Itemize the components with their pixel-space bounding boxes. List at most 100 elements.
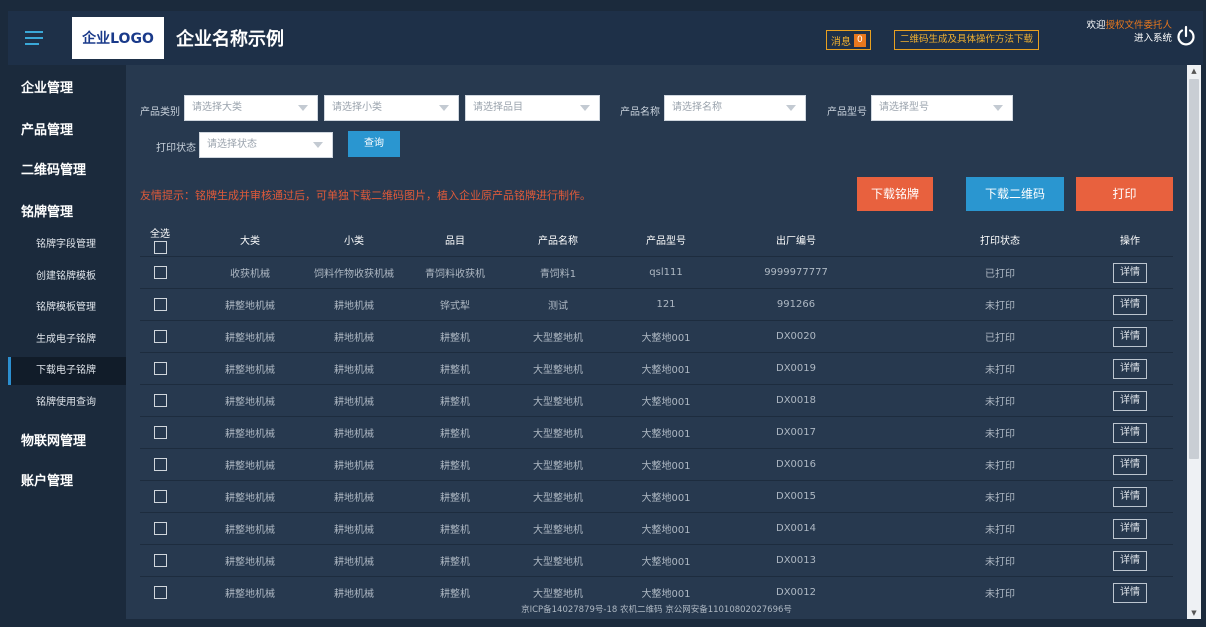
column-header: 操作: [1120, 236, 1140, 247]
sidebar-item-template-management[interactable]: 铭牌模板管理: [8, 294, 126, 322]
power-icon[interactable]: [1176, 25, 1196, 47]
sidebar-item-generate-nameplate[interactable]: 生成电子铭牌: [8, 326, 126, 354]
row-checkbox[interactable]: [153, 266, 167, 279]
item-placeholder: 请选择品目: [473, 102, 523, 113]
product-name-cell: 大型整地机: [533, 365, 583, 376]
print-status-placeholder: 请选择状态: [207, 139, 257, 150]
product-model-cell: qsl111: [649, 267, 683, 278]
product-model-placeholder: 请选择型号: [879, 102, 929, 113]
serial-number-cell: DX0016: [776, 459, 816, 470]
guide-download-button[interactable]: 二维码生成及具体操作方法下载: [894, 30, 1040, 50]
sidebar-group-enterprise[interactable]: 企业管理: [21, 77, 73, 96]
chevron-down-icon: [580, 105, 590, 111]
major-category-cell: 耕整地机械: [225, 525, 275, 536]
serial-number-cell: DX0020: [776, 331, 816, 342]
detail-button[interactable]: 详情: [1113, 582, 1147, 603]
messages-button[interactable]: 消息 0: [826, 30, 871, 50]
sidebar: 企业管理 产品管理 二维码管理 铭牌管理 铭牌字段管理 创建铭牌模板 铭牌模板管…: [8, 65, 126, 619]
download-nameplate-button[interactable]: 下载铭牌: [857, 177, 933, 211]
sidebar-item-create-template[interactable]: 创建铭牌模板: [8, 263, 126, 291]
print-status-select[interactable]: 请选择状态: [199, 132, 333, 158]
vertical-scrollbar[interactable]: ▲ ▼: [1187, 65, 1201, 619]
print-status-cell: 未打印: [985, 461, 1015, 472]
messages-label: 消息: [831, 36, 851, 48]
operation-cell: 详情: [1080, 321, 1180, 352]
enter-system-link[interactable]: 进入系统: [1070, 32, 1172, 45]
sidebar-group-account[interactable]: 账户管理: [21, 470, 73, 489]
sidebar-group-product[interactable]: 产品管理: [21, 119, 73, 138]
table-row: 耕整地机械 耕地机械 铧式犁 测试 121 991266 未打印 详情: [140, 288, 1173, 320]
menu-toggle-button[interactable]: [8, 11, 60, 65]
company-logo: 企业LOGO: [72, 17, 164, 59]
sidebar-group-iot[interactable]: 物联网管理: [21, 430, 86, 449]
table-row: 耕整地机械 耕地机械 耕整机 大型整地机 大整地001 DX0017 未打印 详情: [140, 416, 1173, 448]
row-checkbox[interactable]: [153, 362, 167, 375]
row-checkbox-cell: [148, 289, 172, 320]
table-row: 耕整地机械 耕地机械 耕整机 大型整地机 大整地001 DX0016 未打印 详情: [140, 448, 1173, 480]
minor-category-cell: 耕地机械: [334, 333, 374, 344]
detail-button[interactable]: 详情: [1113, 454, 1147, 475]
column-header: 产品型号: [646, 236, 686, 247]
product-model-cell: 121: [656, 299, 676, 310]
print-status-cell: 未打印: [985, 397, 1015, 408]
scroll-up-arrow-icon[interactable]: ▲: [1187, 65, 1201, 77]
detail-button[interactable]: 详情: [1113, 550, 1147, 571]
chevron-down-icon: [786, 105, 796, 111]
major-category-cell: 耕整地机械: [225, 333, 275, 344]
minor-category-cell: 耕地机械: [334, 493, 374, 504]
operation-cell: 详情: [1080, 545, 1180, 576]
row-checkbox[interactable]: [153, 298, 167, 311]
row-checkbox[interactable]: [153, 426, 167, 439]
detail-button[interactable]: 详情: [1113, 358, 1147, 379]
table-row: 耕整地机械 耕地机械 耕整机 大型整地机 大整地001 DX0013 未打印 详情: [140, 544, 1173, 576]
sidebar-group-nameplate[interactable]: 铭牌管理: [21, 201, 73, 220]
row-checkbox[interactable]: [153, 330, 167, 343]
minor-category-select[interactable]: 请选择小类: [324, 95, 459, 121]
detail-button[interactable]: 详情: [1113, 518, 1147, 539]
row-checkbox[interactable]: [153, 490, 167, 503]
sidebar-item-field-management[interactable]: 铭牌字段管理: [8, 231, 126, 259]
row-checkbox[interactable]: [153, 522, 167, 535]
download-qrcode-button[interactable]: 下载二维码: [966, 177, 1064, 211]
product-model-select[interactable]: 请选择型号: [871, 95, 1013, 121]
major-category-select[interactable]: 请选择大类: [184, 95, 318, 121]
item-cell: 铧式犁: [440, 301, 470, 312]
product-name-cell: 大型整地机: [533, 397, 583, 408]
query-button[interactable]: 查询: [348, 131, 400, 157]
print-status-cell: 未打印: [985, 365, 1015, 376]
scroll-down-arrow-icon[interactable]: ▼: [1187, 607, 1201, 619]
detail-button[interactable]: 详情: [1113, 390, 1147, 411]
product-name-cell: 大型整地机: [533, 333, 583, 344]
product-name-select[interactable]: 请选择名称: [664, 95, 806, 121]
messages-count-badge: 0: [854, 33, 866, 47]
select-all-checkbox[interactable]: [153, 241, 167, 254]
username: 授权文件委托人: [1105, 20, 1172, 31]
sidebar-item-usage-query[interactable]: 铭牌使用查询: [8, 389, 126, 417]
scrollbar-thumb[interactable]: [1189, 79, 1199, 459]
table-row: 耕整地机械 耕地机械 耕整机 大型整地机 大整地001 DX0014 未打印 详情: [140, 512, 1173, 544]
product-model-cell: 大整地001: [641, 493, 691, 504]
item-cell: 耕整机: [440, 333, 470, 344]
detail-button[interactable]: 详情: [1113, 326, 1147, 347]
main-content: 产品类别 请选择大类 请选择小类 请选择品目 产品名称 请选择名称 产品型号 请…: [126, 65, 1187, 619]
print-button[interactable]: 打印: [1076, 177, 1173, 211]
item-select[interactable]: 请选择品目: [465, 95, 600, 121]
detail-button[interactable]: 详情: [1113, 486, 1147, 507]
detail-button[interactable]: 详情: [1113, 422, 1147, 443]
row-checkbox-cell: [148, 513, 172, 544]
sidebar-group-qrcode[interactable]: 二维码管理: [21, 159, 86, 178]
chevron-down-icon: [439, 105, 449, 111]
item-cell: 耕整机: [440, 365, 470, 376]
row-checkbox[interactable]: [153, 554, 167, 567]
item-cell: 耕整机: [440, 429, 470, 440]
detail-button[interactable]: 详情: [1113, 294, 1147, 315]
detail-button[interactable]: 详情: [1113, 262, 1147, 283]
row-checkbox[interactable]: [153, 458, 167, 471]
row-checkbox[interactable]: [153, 394, 167, 407]
column-header: 品目: [445, 236, 465, 247]
sidebar-item-download-nameplate[interactable]: 下载电子铭牌: [8, 357, 126, 385]
row-checkbox-cell: [148, 417, 172, 448]
chevron-down-icon: [993, 105, 1003, 111]
major-category-cell: 耕整地机械: [225, 365, 275, 376]
row-checkbox[interactable]: [153, 586, 167, 599]
